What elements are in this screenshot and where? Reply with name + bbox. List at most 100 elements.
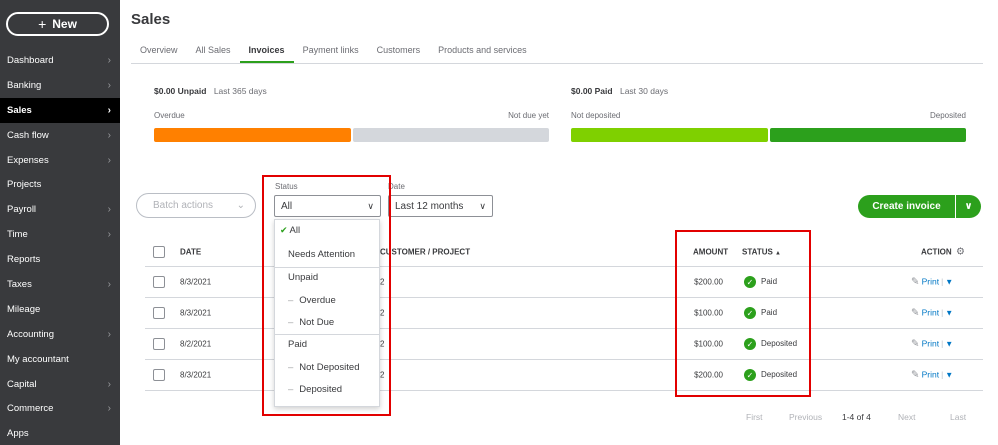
row-checkbox[interactable] xyxy=(153,338,165,350)
print-link[interactable]: Print xyxy=(922,308,939,318)
gear-icon[interactable]: ⚙ xyxy=(956,246,965,257)
tab-customers[interactable]: Customers xyxy=(368,43,430,64)
tab-overview[interactable]: Overview xyxy=(131,43,187,64)
select-all-checkbox[interactable] xyxy=(153,245,165,258)
status-filter-select[interactable]: All ∨ xyxy=(274,195,381,217)
invoice-customer[interactable]: 2 xyxy=(380,309,384,318)
sidebar-item-cash-flow[interactable]: Cash flow › xyxy=(0,123,120,148)
sidebar-item-payroll[interactable]: Payroll › xyxy=(0,197,120,222)
sidebar-item-label: Apps xyxy=(7,428,29,440)
sidebar-item-capital[interactable]: Capital › xyxy=(0,372,120,397)
sidebar-item-sales[interactable]: Sales › xyxy=(0,97,120,123)
chevron-right-icon: › xyxy=(107,229,111,241)
sidebar-item-banking[interactable]: Banking › xyxy=(0,73,120,98)
pager-first[interactable]: First xyxy=(746,412,763,422)
sidebar-item-apps[interactable]: Apps xyxy=(0,421,120,445)
invoice-customer[interactable]: 2 xyxy=(380,340,384,349)
status-column-header[interactable]: STATUS ▲ xyxy=(742,247,781,256)
paid-bar[interactable] xyxy=(571,128,966,142)
sidebar-item-accounting[interactable]: Accounting › xyxy=(0,322,120,347)
new-button[interactable]: + New xyxy=(6,12,109,36)
status-option-deposited[interactable]: – Deposited xyxy=(275,384,379,395)
not-due-yet-label: Not due yet xyxy=(508,111,549,120)
pager-last[interactable]: Last xyxy=(950,412,966,422)
paid-amount: $0.00 Paid xyxy=(571,86,613,96)
date-filter-select[interactable]: Last 12 months ∨ xyxy=(388,195,493,217)
status-option-all[interactable]: ✔ All xyxy=(275,225,379,236)
pager-previous[interactable]: Previous xyxy=(789,412,822,422)
sidebar-item-projects[interactable]: Projects xyxy=(0,172,120,197)
deposited-label: Deposited xyxy=(929,111,966,120)
status-option-label: Paid xyxy=(288,339,308,350)
tab-invoices[interactable]: Invoices xyxy=(239,43,294,64)
pencil-icon[interactable]: ✎ xyxy=(911,370,919,381)
caret-down-icon[interactable]: ▼ xyxy=(945,278,953,287)
date-column-header[interactable]: DATE xyxy=(180,247,201,256)
sidebar-item-label: Sales xyxy=(7,104,32,116)
sidebar-item-commerce[interactable]: Commerce › xyxy=(0,396,120,421)
invoice-customer[interactable]: 2 xyxy=(380,371,384,380)
print-link[interactable]: Print xyxy=(922,370,939,380)
row-checkbox[interactable] xyxy=(153,276,165,288)
action-divider: | xyxy=(941,339,944,349)
pencil-icon[interactable]: ✎ xyxy=(911,277,919,288)
caret-down-icon[interactable]: ▼ xyxy=(945,340,953,349)
tab-all-sales[interactable]: All Sales xyxy=(187,43,240,64)
sidebar-item-label: Capital xyxy=(7,378,37,390)
status-option-not-deposited[interactable]: – Not Deposited xyxy=(275,362,379,373)
invoice-date: 8/3/2021 xyxy=(180,308,212,318)
status-option-unpaid[interactable]: Unpaid xyxy=(275,272,379,283)
chevron-right-icon: › xyxy=(107,204,111,216)
chevron-right-icon: › xyxy=(107,129,111,141)
sidebar-item-label: Reports xyxy=(7,254,41,266)
invoice-customer[interactable]: 2 xyxy=(380,278,384,287)
sidebar-item-expenses[interactable]: Expenses › xyxy=(0,148,120,173)
batch-actions-button[interactable]: Batch actions ⌄ xyxy=(136,193,256,218)
chevron-right-icon: › xyxy=(107,154,111,166)
table-row[interactable]: 8/2/2021 2 $100.00 ✓ Deposited ✎ Print | ▼ xyxy=(145,329,983,360)
caret-down-icon[interactable]: ▼ xyxy=(945,371,953,380)
summary-right-bar-segment[interactable] xyxy=(571,128,768,142)
pencil-icon[interactable]: ✎ xyxy=(911,339,919,350)
summary-right-bar-segment[interactable] xyxy=(769,128,966,142)
sidebar-item-taxes[interactable]: Taxes › xyxy=(0,272,120,297)
status-option-overdue[interactable]: – Overdue xyxy=(275,295,379,306)
row-checkbox[interactable] xyxy=(153,307,165,319)
row-checkbox[interactable] xyxy=(153,369,165,381)
status-dropdown-menu: ✔ All Needs Attention Unpaid – Overdue – Not Du… xyxy=(274,219,380,407)
pager-next[interactable]: Next xyxy=(898,412,915,422)
summary-left-bar-segment[interactable] xyxy=(352,128,549,142)
summary-left-bar-segment[interactable] xyxy=(154,128,351,142)
customer-column-header[interactable]: CUSTOMER / PROJECT xyxy=(380,247,470,256)
invoice-date: 8/3/2021 xyxy=(180,370,212,380)
table-row[interactable]: 8/3/2021 2 $100.00 ✓ Paid ✎ Print | ▼ xyxy=(145,298,983,329)
sidebar-item-reports[interactable]: Reports xyxy=(0,247,120,272)
unpaid-summary[interactable]: $0.00 Unpaid Last 365 days Overdue Not d… xyxy=(154,86,549,142)
status-option-not-due[interactable]: – Not Due xyxy=(275,317,379,328)
create-invoice-dropdown[interactable]: ∨ xyxy=(955,195,981,218)
create-invoice-button[interactable]: Create invoice ∨ xyxy=(858,195,981,218)
paid-labels: Not deposited Deposited xyxy=(571,111,966,120)
tab-products-and-services[interactable]: Products and services xyxy=(429,43,536,64)
action-divider: | xyxy=(941,370,944,380)
status-option-paid[interactable]: Paid xyxy=(275,339,379,350)
tab-payment-links[interactable]: Payment links xyxy=(294,43,368,64)
print-link[interactable]: Print xyxy=(922,339,939,349)
unpaid-bar[interactable] xyxy=(154,128,549,142)
sidebar-item-time[interactable]: Time › xyxy=(0,222,120,247)
amount-column-header[interactable]: AMOUNT xyxy=(693,247,728,256)
table-row[interactable]: 8/3/2021 2 $200.00 ✓ Paid ✎ Print | ▼ xyxy=(145,267,983,298)
sidebar-item-label: Expenses xyxy=(7,154,49,166)
sidebar-item-my-accountant[interactable]: My accountant xyxy=(0,347,120,372)
status-option-needs-attention[interactable]: Needs Attention xyxy=(275,249,379,260)
sidebar-item-dashboard[interactable]: Dashboard › xyxy=(0,48,120,73)
main-content: Sales Overview All Sales Invoices Payment l… xyxy=(120,0,998,445)
sidebar-item-label: Banking xyxy=(7,79,42,91)
sidebar-item-mileage[interactable]: Mileage xyxy=(0,297,120,322)
paid-summary[interactable]: $0.00 Paid Last 30 days Not deposited De… xyxy=(571,86,966,142)
pencil-icon[interactable]: ✎ xyxy=(911,308,919,319)
table-row[interactable]: 8/3/2021 2 $200.00 ✓ Deposited ✎ Print | ▼ xyxy=(145,360,983,391)
caret-down-icon[interactable]: ▼ xyxy=(945,309,953,318)
sidebar: + New Dashboard › Banking › Sales › Cash flow ›… xyxy=(0,0,120,445)
print-link[interactable]: Print xyxy=(922,277,939,287)
